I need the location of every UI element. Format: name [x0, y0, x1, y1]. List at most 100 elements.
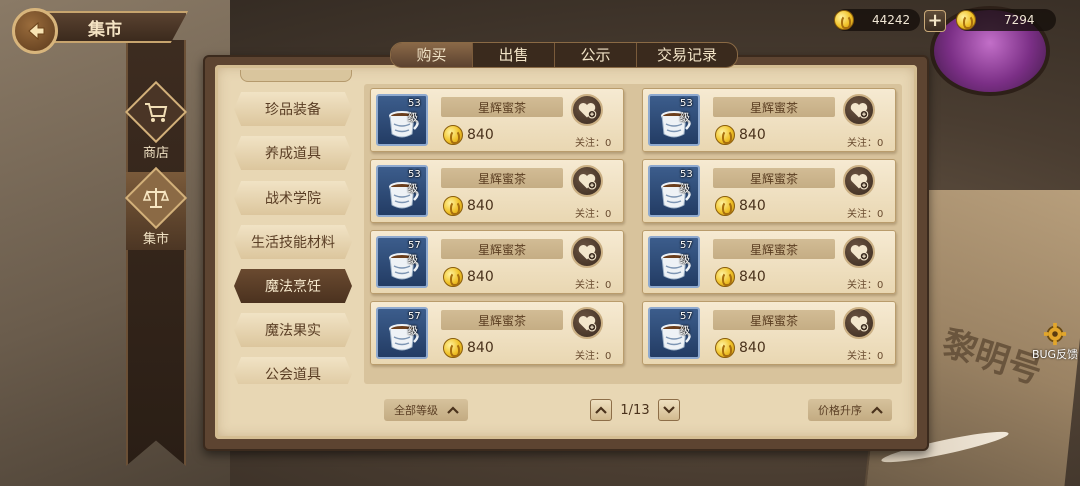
item-follow-count: 关注：0: [575, 209, 612, 220]
category-item[interactable]: 生活技能材料: [234, 225, 352, 259]
item-icon: 53级: [376, 94, 428, 146]
item-card[interactable]: 53级 星辉蜜茶 840 关注：0: [370, 88, 624, 152]
side-nav-shop[interactable]: 商店: [124, 80, 188, 164]
market-tabs: 购买 出售 公示 交易记录: [390, 42, 738, 68]
item-price-value: 840: [467, 198, 494, 214]
item-icon: 57级: [376, 236, 428, 288]
tab-buy[interactable]: 购买: [391, 43, 473, 67]
pagination: 1/13: [590, 399, 680, 421]
arrow-left-icon: [28, 21, 45, 41]
gold-coin-icon: [834, 10, 854, 30]
item-card[interactable]: 53级 星辉蜜茶 840 关注：0: [642, 88, 896, 152]
favorite-button[interactable]: [571, 94, 603, 126]
favorite-button[interactable]: [843, 236, 875, 268]
item-price: 840: [715, 125, 766, 145]
item-name: 星辉蜜茶: [713, 168, 835, 188]
item-level: 53级: [408, 169, 421, 195]
currency-gold-amount: 44242: [872, 13, 911, 27]
item-price-value: 840: [467, 269, 494, 285]
tab-notice[interactable]: 公示: [555, 43, 637, 67]
category-list[interactable]: 珍品装备 养成道具 战术学院 生活技能材料 魔法烹饪 魔法果实 公会道具: [230, 92, 356, 384]
item-icon: 53级: [376, 165, 428, 217]
scales-icon: [124, 166, 188, 229]
item-card[interactable]: 57级 星辉蜜茶 840 关注：0: [642, 301, 896, 365]
item-follow-count: 关注：0: [575, 138, 612, 149]
gold-coin-icon: [715, 267, 735, 287]
page-indicator: 1/13: [620, 402, 650, 418]
tab-trade-history[interactable]: 交易记录: [637, 43, 737, 67]
item-level: 53级: [680, 98, 693, 124]
category-item[interactable]: 公会道具: [234, 357, 352, 384]
item-price: 840: [443, 267, 494, 287]
item-name: 星辉蜜茶: [441, 97, 563, 117]
gold-coin-icon: [715, 338, 735, 358]
heart-icon: [850, 244, 869, 261]
side-nav-market[interactable]: 集市: [124, 166, 188, 250]
item-name: 星辉蜜茶: [713, 97, 835, 117]
category-item[interactable]: 魔法果实: [234, 313, 352, 347]
page-title: 集市: [44, 11, 188, 43]
level-filter-label: 全部等级: [394, 404, 438, 417]
heart-icon: [578, 102, 597, 119]
next-page-button[interactable]: [658, 399, 680, 421]
tab-sell[interactable]: 出售: [473, 43, 555, 67]
favorite-button[interactable]: [571, 165, 603, 197]
category-item[interactable]: 战术学院: [234, 181, 352, 215]
category-item[interactable]: 养成道具: [234, 136, 352, 170]
category-item-active[interactable]: 魔法烹饪: [234, 269, 352, 303]
category-item[interactable]: 珍品装备: [234, 92, 352, 126]
sort-dropdown[interactable]: 价格升序: [808, 399, 892, 421]
favorite-button[interactable]: [843, 94, 875, 126]
item-follow-count: 关注：0: [575, 351, 612, 362]
item-price-value: 840: [467, 340, 494, 356]
heart-icon: [850, 173, 869, 190]
favorite-button[interactable]: [571, 307, 603, 339]
item-card[interactable]: 57级 星辉蜜茶 840 关注：0: [370, 230, 624, 294]
item-name: 星辉蜜茶: [441, 168, 563, 188]
item-icon: 57级: [648, 236, 700, 288]
gold-coin-icon: [443, 125, 463, 145]
item-card[interactable]: 57级 星辉蜜茶 840 关注：0: [642, 230, 896, 294]
favorite-button[interactable]: [843, 165, 875, 197]
currency-gold-bound: 7294: [956, 9, 1056, 31]
item-icon: 53级: [648, 165, 700, 217]
item-card[interactable]: 53级 星辉蜜茶 840 关注：0: [370, 159, 624, 223]
bug-feedback-button[interactable]: BUG反馈: [1030, 322, 1080, 362]
add-currency-button[interactable]: +: [924, 10, 946, 32]
item-card[interactable]: 57级 星辉蜜茶 840 关注：0: [370, 301, 624, 365]
favorite-button[interactable]: [843, 307, 875, 339]
heart-icon: [578, 315, 597, 332]
level-filter-dropdown[interactable]: 全部等级: [384, 399, 468, 421]
favorite-button[interactable]: [571, 236, 603, 268]
gold-coin-icon: [443, 267, 463, 287]
chevron-up-icon: [595, 406, 607, 414]
currency-gold: 44242: [834, 9, 920, 31]
gold-coin-icon: [715, 196, 735, 216]
item-icon: 57级: [648, 307, 700, 359]
item-level: 57级: [408, 311, 421, 337]
item-card[interactable]: 53级 星辉蜜茶 840 关注：0: [642, 159, 896, 223]
gold-coin-icon: [443, 196, 463, 216]
currency-gold-bound-amount: 7294: [1004, 13, 1035, 27]
item-name: 星辉蜜茶: [713, 310, 835, 330]
heart-icon: [578, 173, 597, 190]
item-follow-count: 关注：0: [847, 209, 884, 220]
gear-icon: [1043, 322, 1067, 346]
item-name: 星辉蜜茶: [441, 310, 563, 330]
item-price-value: 840: [739, 198, 766, 214]
item-price-value: 840: [739, 127, 766, 143]
side-nav-market-label: 集市: [142, 231, 169, 247]
item-follow-count: 关注：0: [847, 138, 884, 149]
item-name: 星辉蜜茶: [441, 239, 563, 259]
item-price: 840: [715, 338, 766, 358]
item-price: 840: [715, 267, 766, 287]
item-price: 840: [715, 196, 766, 216]
prev-page-button[interactable]: [590, 399, 612, 421]
bug-feedback-label: BUG反馈: [1031, 348, 1079, 361]
chevron-up-icon: [447, 406, 459, 414]
heart-icon: [850, 315, 869, 332]
item-level: 57级: [408, 240, 421, 266]
back-button[interactable]: [12, 8, 58, 54]
item-level: 53级: [408, 98, 421, 124]
item-price-value: 840: [739, 269, 766, 285]
